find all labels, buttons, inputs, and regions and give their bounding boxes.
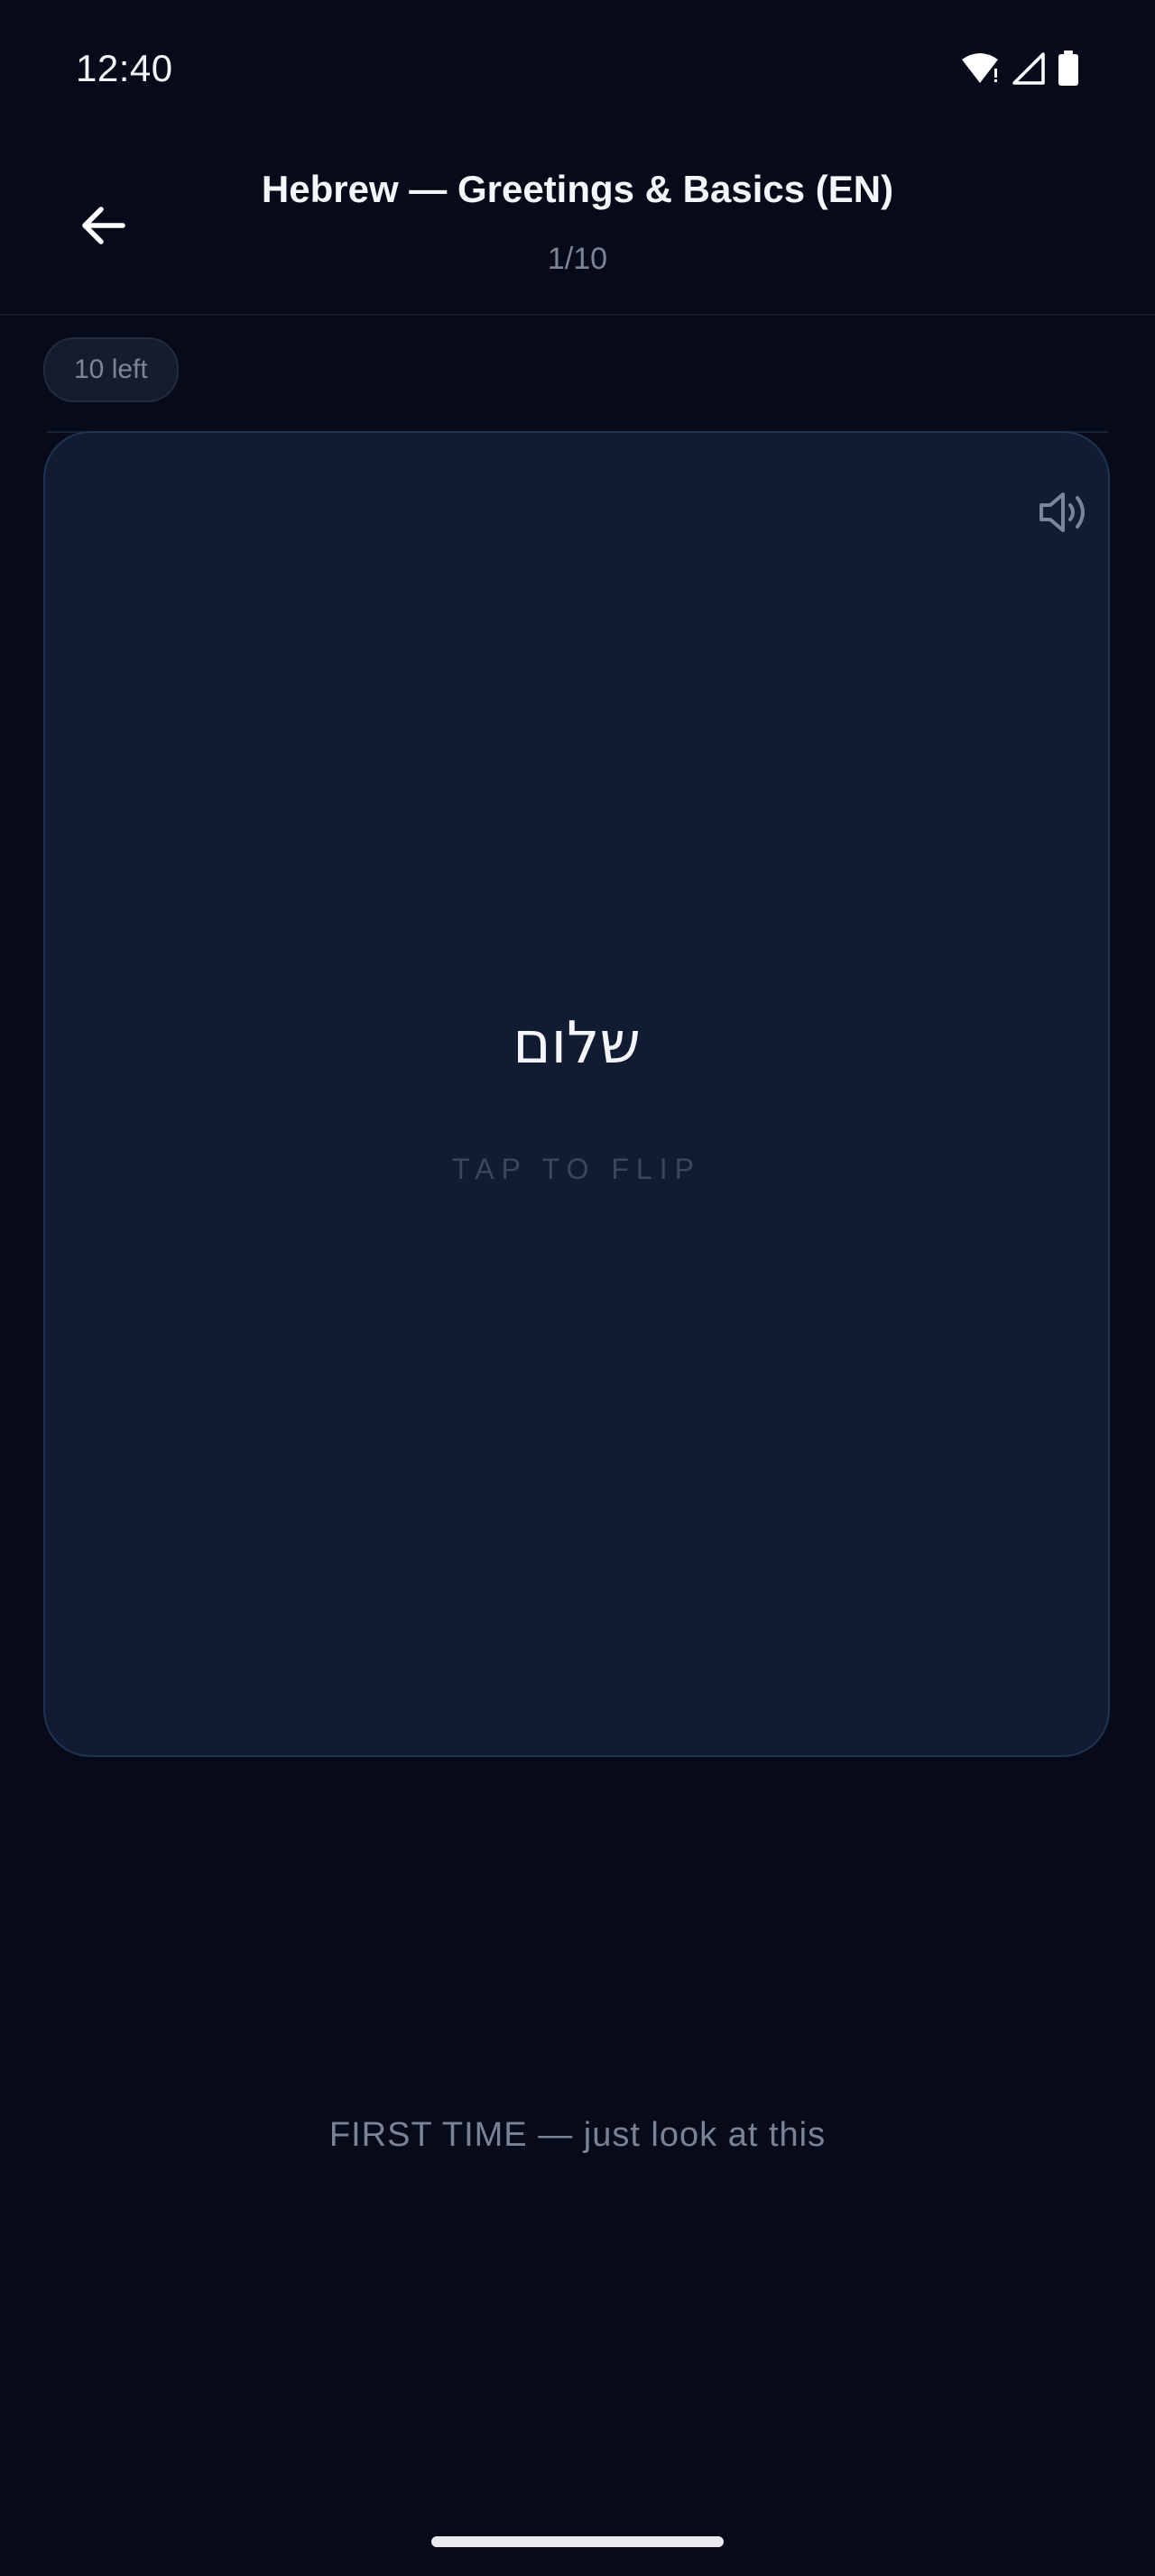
speaker-icon — [1038, 489, 1092, 540]
deck-title: Hebrew — Greetings & Basics (EN) — [261, 168, 894, 210]
home-gesture-handle[interactable] — [431, 2536, 724, 2547]
wifi-icon — [960, 52, 1000, 85]
status-bar: 12:40 — [0, 0, 1155, 135]
first-time-message: FIRST TIME — just look at this — [328, 2116, 827, 2154]
progress-counter: 1/10 — [547, 242, 608, 276]
top-app-bar: Hebrew — Greetings & Basics (EN) 1/10 — [0, 135, 1155, 316]
flashcard[interactable]: שלום TAP TO FLIP — [43, 431, 1110, 1757]
cards-left-chip: 10 left — [43, 337, 179, 402]
play-audio-button[interactable] — [1029, 478, 1101, 550]
card-front-word: שלום — [513, 1010, 641, 1077]
cell-signal-icon — [1012, 52, 1045, 85]
arrow-left-icon — [79, 206, 126, 250]
back-button[interactable] — [65, 189, 141, 265]
flashcard-screen: 12:40 Hebrew — Greetings & Basics (EN) 1… — [0, 0, 1155, 2576]
tap-to-flip-hint: TAP TO FLIP — [452, 1153, 701, 1185]
status-icons — [960, 51, 1079, 87]
status-time: 12:40 — [76, 47, 173, 89]
battery-icon — [1058, 51, 1079, 87]
